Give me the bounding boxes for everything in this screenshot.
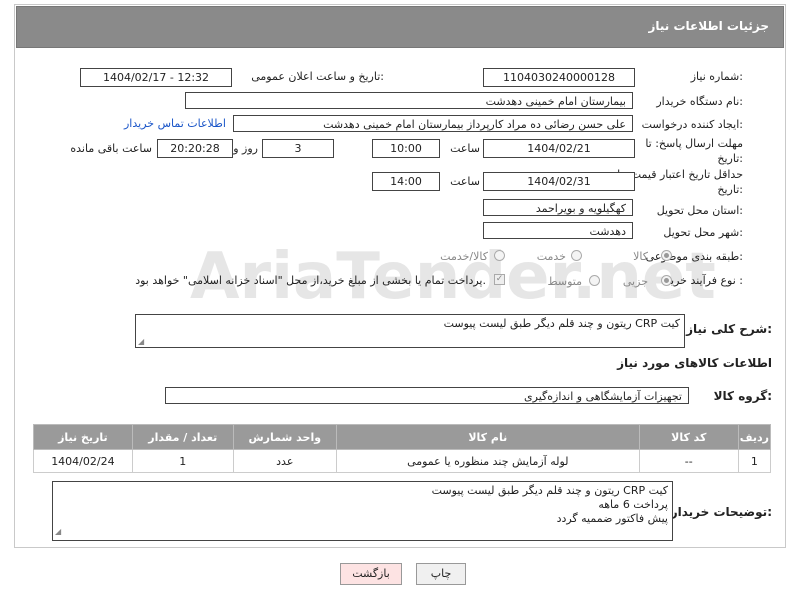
creator-field: علی حسن رضائی ده مراد کارپرداز بیمارستان… [233,115,633,132]
process-partial-radio[interactable] [661,275,672,286]
col-row-header: ردیف [737,424,772,450]
table-header-row: ردیف کد کالا نام کالا واحد شمارش تعداد /… [33,424,772,450]
city-field: دهدشت [483,222,633,239]
process-medium-radio[interactable] [589,275,600,286]
validity-date-field: 1404/02/31 [483,172,635,191]
description-label: شرح کلی نیاز: [686,322,772,336]
goods-section-title: اطلاعات کالاهای مورد نیاز [617,356,772,370]
goods-qty: 1 [131,449,234,473]
print-button[interactable]: چاپ [416,563,466,585]
category-both-radio[interactable] [494,250,505,261]
resize-grip-icon: ◢ [138,337,145,346]
buyer-contact-link[interactable]: اطلاعات تماس خریدار [124,117,226,130]
process-medium-label: متوسط [547,275,582,288]
buyer-note-line: کیت CRP ریتون و چند قلم دیگر طبق لیست پی… [431,484,668,497]
goods-need-date: 1404/02/24 [33,449,133,473]
buyer-notes-textarea: کیت CRP ریتون و چند قلم دیگر طبق لیست پی… [52,481,673,541]
province-field: کهگیلویه و بویراحمد [483,199,633,216]
goods-table: ردیف کد کالا نام کالا واحد شمارش تعداد /… [33,424,772,473]
remaining-label: ساعت باقی مانده [70,142,152,155]
need-number-field: 1104030240000128 [483,68,635,87]
back-button[interactable]: بازگشت [340,563,402,585]
deadline-date-field: 1404/02/21 [483,139,635,158]
table-row: 1 -- لوله آزمایش چند منظوره یا عمومی عدد… [33,449,772,473]
description-textarea: کیت CRP ریتون و چند قلم دیگر طبق لیست پی… [135,314,685,348]
deadline-time-label: ساعت [450,142,480,155]
announce-datetime-field: 1404/02/17 - 12:32 [80,68,232,87]
city-label: شهر محل تحویل: [663,226,743,239]
buyer-notes-label: توضیحات خریدار: [670,505,772,519]
goods-unit: عدد [232,449,337,473]
days-label: روز و [233,142,258,155]
goods-group-label: گروه کالا: [713,389,772,403]
col-name-header: نام کالا [335,424,640,450]
process-label: نوع فرآیند خرید : [665,274,743,287]
deadline-time-field: 10:00 [372,139,440,158]
province-label: استان محل تحویل: [656,204,743,217]
goods-code: -- [638,449,739,473]
buyer-note-line: پیش فاکتور ضممیه گردد [556,512,668,525]
goods-name: لوله آزمایش چند منظوره یا عمومی [335,449,640,473]
category-goods-label: کالا [633,250,648,263]
process-partial-label: جزیی [622,275,648,288]
panel-header: جزئیات اطلاعات نیاز [16,6,784,48]
creator-label: ایجاد کننده درخواست: [641,118,743,131]
col-code-header: کد کالا [638,424,739,450]
deadline-label: مهلت ارسال پاسخ: تا تاریخ: [645,137,743,165]
treasury-payment-note: پرداخت تمام یا بخشی از مبلغ خرید،از محل … [135,274,486,287]
category-goods-radio[interactable] [661,250,672,261]
buyer-org-label: نام دستگاه خریدار: [656,95,743,108]
col-qty-header: تعداد / مقدار [131,424,234,450]
category-both-label: کالا/خدمت [440,250,488,263]
treasury-payment-checkbox[interactable]: ✓ [494,274,505,285]
col-date-header: تاریخ نیاز [33,424,133,450]
buyer-note-line: پرداخت 6 ماهه [598,498,668,511]
row-number: 1 [737,449,772,473]
validity-time-field: 14:00 [372,172,440,191]
col-unit-header: واحد شمارش [232,424,337,450]
goods-group-field: تجهیزات آزمایشگاهی و اندازه‌گیری [165,387,689,404]
buyer-org-field: بیمارستان امام خمینی دهدشت [185,92,633,109]
remaining-time-field: 20:20:28 [157,139,233,158]
validity-time-label: ساعت [450,175,480,188]
resize-grip-icon: ◢ [55,527,62,536]
announce-label: تاریخ و ساعت اعلان عمومی: [251,70,384,83]
category-service-label: خدمت [536,250,566,263]
need-number-label: شماره نیاز: [690,70,743,83]
days-field: 3 [262,139,334,158]
panel-title: جزئیات اطلاعات نیاز [648,19,769,33]
category-service-radio[interactable] [571,250,582,261]
